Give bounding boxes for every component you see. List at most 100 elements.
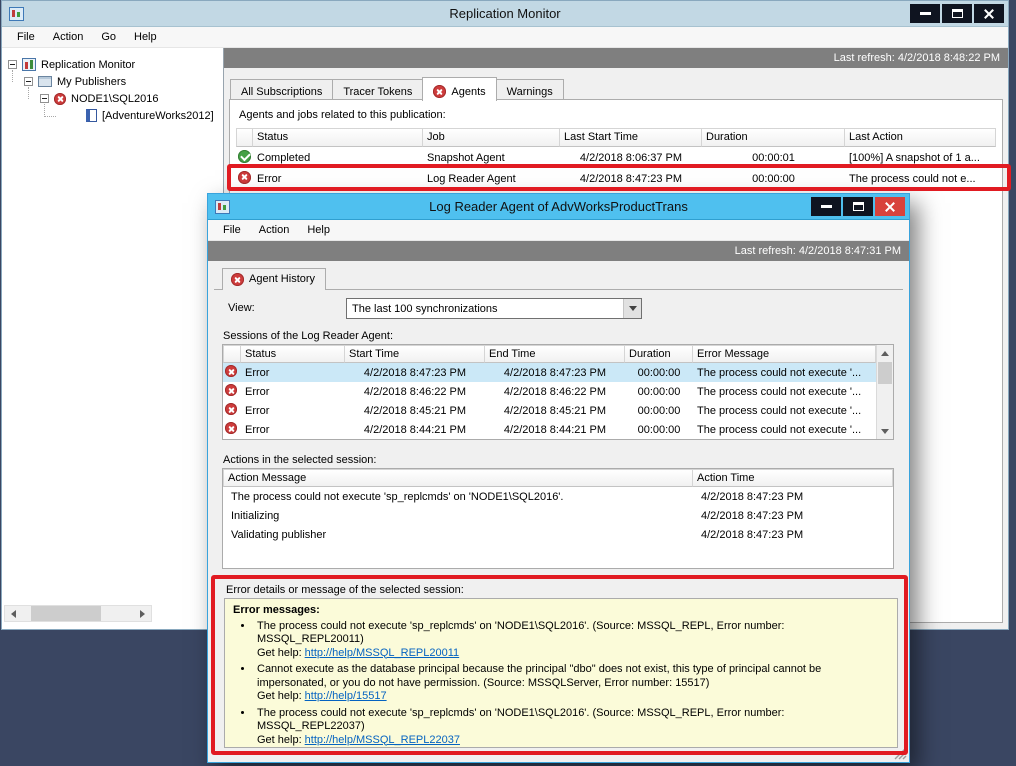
agents-table-header: Status Job Last Start Time Duration Last… bbox=[236, 128, 996, 147]
minimize-button[interactable] bbox=[811, 197, 841, 216]
last-refresh-text: Last refresh: 4/2/2018 8:48:22 PM bbox=[834, 52, 1000, 64]
tree-connector bbox=[28, 87, 29, 99]
title-bar: Replication Monitor bbox=[2, 1, 1008, 27]
maximize-button[interactable] bbox=[843, 197, 873, 216]
tab-agent-history[interactable]: Agent History bbox=[222, 268, 326, 290]
tree-item-my-publishers[interactable]: My Publishers bbox=[2, 73, 223, 90]
column-header-status[interactable]: Status bbox=[241, 345, 345, 363]
window-title: Log Reader Agent of AdvWorksProductTrans bbox=[208, 199, 909, 214]
action-row[interactable]: Validating publisher 4/2/2018 8:47:23 PM bbox=[223, 525, 893, 544]
refresh-status-bar: Last refresh: 4/2/2018 8:47:31 PM bbox=[208, 241, 909, 261]
duration-cell: 00:00:00 bbox=[625, 386, 693, 398]
start-time-cell: 4/2/2018 8:45:21 PM bbox=[345, 405, 485, 417]
maximize-button[interactable] bbox=[942, 4, 972, 23]
help-link[interactable]: http://help/15517 bbox=[305, 690, 387, 702]
action-row[interactable]: Initializing 4/2/2018 8:47:23 PM bbox=[223, 506, 893, 525]
tree-horizontal-scrollbar[interactable] bbox=[4, 605, 152, 622]
tree-connector bbox=[44, 116, 56, 117]
column-header-icon[interactable] bbox=[223, 345, 241, 363]
collapse-toggle[interactable] bbox=[8, 60, 17, 69]
end-time-cell: 4/2/2018 8:45:21 PM bbox=[485, 405, 625, 417]
scrollbar-thumb[interactable] bbox=[31, 606, 101, 621]
column-header-icon[interactable] bbox=[236, 128, 253, 147]
session-row[interactable]: Error 4/2/2018 8:45:21 PM 4/2/2018 8:45:… bbox=[223, 401, 876, 420]
scroll-down-button[interactable] bbox=[877, 423, 893, 439]
status-cell: Error bbox=[241, 367, 345, 379]
help-link[interactable]: http://help/MSSQL_REPL22037 bbox=[305, 734, 460, 746]
tab-all-subscriptions[interactable]: All Subscriptions bbox=[230, 79, 333, 100]
action-message-cell: The process could not execute 'sp_replcm… bbox=[223, 491, 693, 503]
column-header-error-message[interactable]: Error Message bbox=[693, 345, 876, 363]
minimize-button[interactable] bbox=[910, 4, 940, 23]
error-message-cell: The process could not execute '... bbox=[693, 405, 876, 417]
menu-go[interactable]: Go bbox=[92, 28, 125, 47]
menu-help[interactable]: Help bbox=[125, 28, 166, 47]
end-time-cell: 4/2/2018 8:44:21 PM bbox=[485, 424, 625, 436]
action-message-cell: Validating publisher bbox=[223, 529, 693, 541]
tree-item-node1-sql2016[interactable]: NODE1\SQL2016 bbox=[2, 90, 223, 107]
column-header-status[interactable]: Status bbox=[253, 128, 423, 147]
agents-caption: Agents and jobs related to this publicat… bbox=[230, 100, 1002, 128]
error-details-caption: Error details or message of the selected… bbox=[226, 584, 464, 596]
arrow-left-icon bbox=[11, 610, 16, 618]
session-row[interactable]: Error 4/2/2018 8:47:23 PM 4/2/2018 8:47:… bbox=[223, 363, 876, 382]
column-header-last-start-time[interactable]: Last Start Time bbox=[560, 128, 702, 147]
scroll-left-button[interactable] bbox=[5, 606, 22, 621]
tab-warnings[interactable]: Warnings bbox=[496, 79, 564, 100]
column-header-action-time[interactable]: Action Time bbox=[693, 469, 893, 487]
column-header-duration[interactable]: Duration bbox=[702, 128, 845, 147]
session-row[interactable]: Error 4/2/2018 8:44:21 PM 4/2/2018 8:44:… bbox=[223, 420, 876, 439]
close-button[interactable] bbox=[974, 4, 1004, 23]
duration-cell: 00:00:00 bbox=[625, 367, 693, 379]
scrollbar-track[interactable] bbox=[22, 606, 134, 621]
last-action-cell: The process could not e... bbox=[845, 173, 996, 185]
menu-action[interactable]: Action bbox=[250, 221, 299, 240]
help-link[interactable]: http://help/MSSQL_REPL20011 bbox=[305, 647, 460, 659]
menu-action[interactable]: Action bbox=[44, 28, 93, 47]
column-header-job[interactable]: Job bbox=[423, 128, 560, 147]
action-row[interactable]: The process could not execute 'sp_replcm… bbox=[223, 487, 893, 506]
scrollbar-thumb[interactable] bbox=[878, 362, 892, 384]
column-header-start-time[interactable]: Start Time bbox=[345, 345, 485, 363]
arrow-down-icon bbox=[881, 429, 889, 434]
agent-history-pane: Agent History View: The last 100 synchro… bbox=[208, 262, 909, 762]
scroll-up-button[interactable] bbox=[877, 345, 893, 361]
error-icon bbox=[225, 422, 237, 434]
chevron-down-icon bbox=[629, 306, 637, 311]
column-header-last-action[interactable]: Last Action bbox=[845, 128, 996, 147]
start-time-cell: 4/2/2018 8:47:23 PM bbox=[345, 367, 485, 379]
agent-row-snapshot[interactable]: Completed Snapshot Agent 4/2/2018 8:06:3… bbox=[236, 147, 996, 168]
publisher-tree: Replication Monitor My Publishers NODE1\… bbox=[2, 48, 224, 629]
duration-cell: 00:00:00 bbox=[625, 424, 693, 436]
collapse-toggle[interactable] bbox=[40, 94, 49, 103]
column-header-duration[interactable]: Duration bbox=[625, 345, 693, 363]
tree-item-adventureworks2012[interactable]: [AdventureWorks2012] bbox=[2, 107, 223, 124]
collapse-toggle[interactable] bbox=[24, 77, 33, 86]
duration-cell: 00:00:00 bbox=[702, 173, 845, 185]
window-title: Replication Monitor bbox=[2, 6, 1008, 21]
resize-grip[interactable] bbox=[893, 746, 907, 760]
column-header-action-message[interactable]: Action Message bbox=[223, 469, 693, 487]
tree-item-replication-monitor[interactable]: Replication Monitor bbox=[2, 56, 223, 73]
scroll-right-button[interactable] bbox=[134, 606, 151, 621]
column-header-end-time[interactable]: End Time bbox=[485, 345, 625, 363]
tab-agents[interactable]: Agents bbox=[422, 77, 496, 101]
tab-tracer-tokens[interactable]: Tracer Tokens bbox=[332, 79, 423, 100]
view-dropdown[interactable]: The last 100 synchronizations bbox=[346, 298, 642, 319]
publishers-icon bbox=[38, 76, 52, 87]
menu-file[interactable]: File bbox=[214, 221, 250, 240]
close-button[interactable] bbox=[875, 197, 905, 216]
menu-help[interactable]: Help bbox=[298, 221, 339, 240]
title-bar: Log Reader Agent of AdvWorksProductTrans bbox=[208, 194, 909, 220]
menu-file[interactable]: File bbox=[8, 28, 44, 47]
session-row[interactable]: Error 4/2/2018 8:46:22 PM 4/2/2018 8:46:… bbox=[223, 382, 876, 401]
status-cell: Error bbox=[241, 386, 345, 398]
server-error-icon bbox=[54, 93, 66, 105]
sessions-scrollbar[interactable] bbox=[876, 345, 893, 439]
dropdown-button[interactable] bbox=[623, 299, 641, 318]
tab-label: Agents bbox=[451, 86, 485, 98]
tab-label: Warnings bbox=[507, 86, 553, 98]
app-icon bbox=[9, 7, 24, 21]
status-cell: Completed bbox=[253, 152, 423, 164]
agent-row-logreader[interactable]: Error Log Reader Agent 4/2/2018 8:47:23 … bbox=[236, 168, 996, 189]
